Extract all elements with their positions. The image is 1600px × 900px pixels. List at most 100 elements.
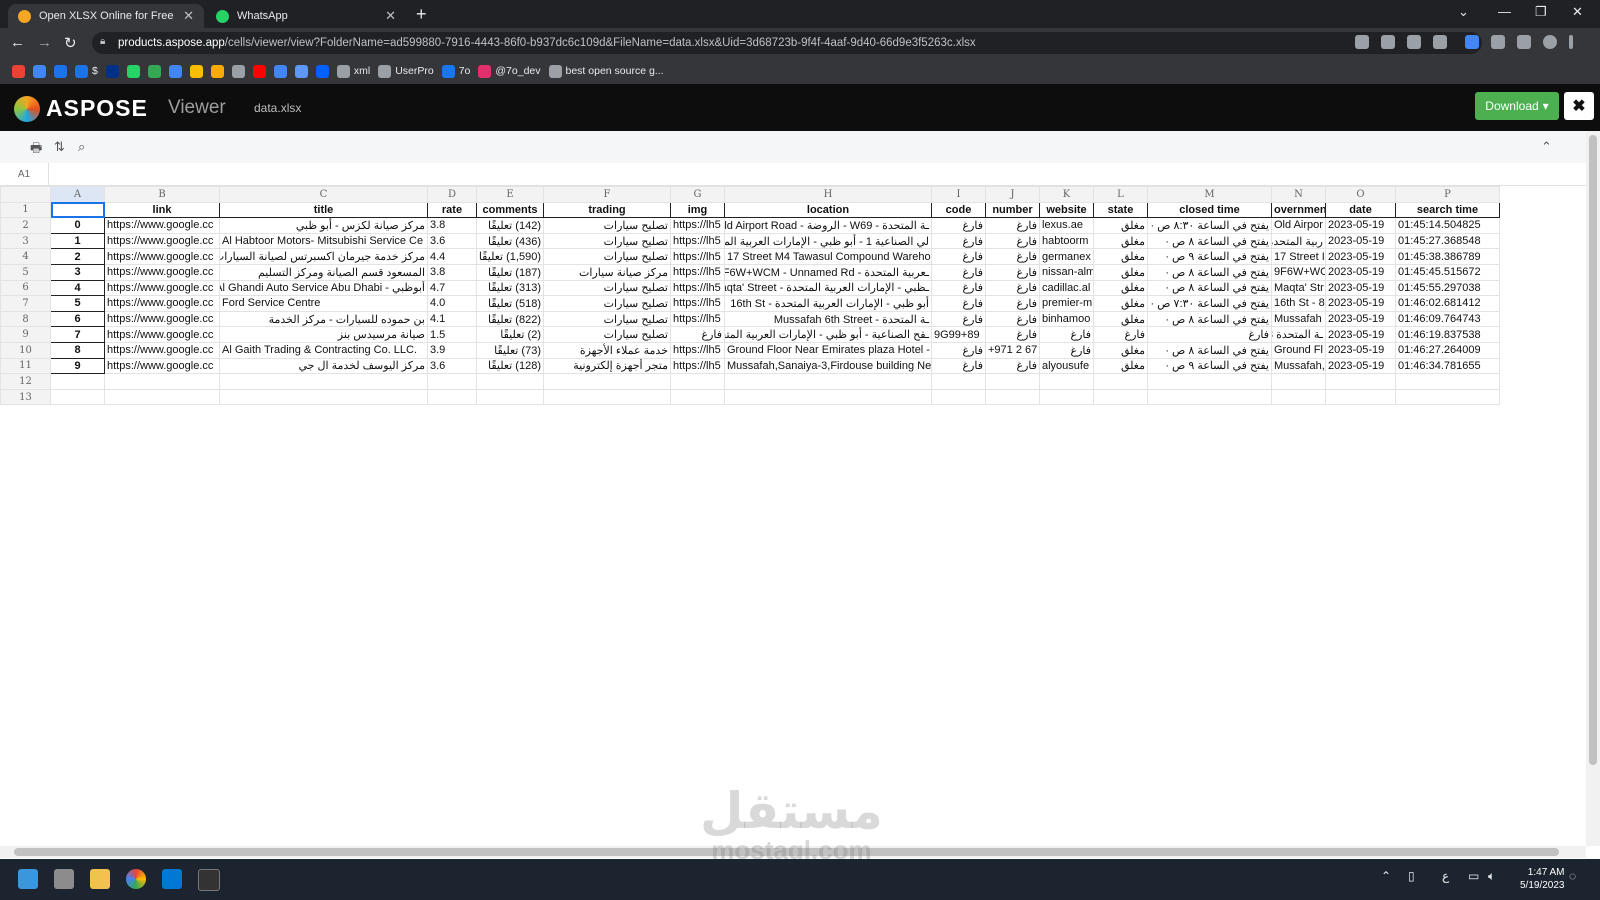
- cell-h7[interactable]: أبو ظبي - الإمارات العربية المتحدة - 16t…: [724, 295, 932, 312]
- cell-j6[interactable]: فارغ: [985, 279, 1040, 297]
- cell-l3[interactable]: مغلق: [1093, 232, 1148, 250]
- terminal-icon[interactable]: [198, 869, 220, 891]
- cell-i3[interactable]: فارغ: [931, 232, 986, 250]
- cell-b5[interactable]: https://www.google.cc: [104, 263, 220, 281]
- battery-icon[interactable]: ▯: [1408, 869, 1415, 883]
- cell-b11[interactable]: https://www.google.cc: [104, 357, 220, 375]
- cell-n5[interactable]: 9F6W+WC: [1271, 263, 1326, 281]
- cell-i4[interactable]: فارغ: [931, 248, 986, 265]
- cell-d12[interactable]: [427, 373, 477, 390]
- cell-k13[interactable]: [1039, 388, 1094, 406]
- cell-f8[interactable]: تصليح سيارات: [543, 310, 671, 328]
- cell-n11[interactable]: Mussafah,: [1271, 357, 1326, 375]
- column-header-c[interactable]: C: [219, 186, 428, 203]
- cell-g6[interactable]: https://lh5: [670, 279, 725, 297]
- column-header-a[interactable]: A: [50, 186, 105, 203]
- row-header[interactable]: 9: [0, 326, 51, 343]
- cell-o9[interactable]: 2023-05-19: [1325, 326, 1396, 343]
- bookmark-item[interactable]: [273, 64, 287, 78]
- cell-g9[interactable]: فارغ: [670, 326, 725, 343]
- cell-j3[interactable]: فارغ: [985, 232, 1040, 250]
- cell-m3[interactable]: يفتح في الساعة ٨ ص ·: [1147, 232, 1272, 250]
- cell-a7[interactable]: 5: [50, 295, 105, 312]
- cell-o7[interactable]: 2023-05-19: [1325, 295, 1396, 312]
- cell-l4[interactable]: مغلق: [1093, 248, 1148, 265]
- cell-g13[interactable]: [670, 388, 725, 406]
- cell-h10[interactable]: Ground Floor Near Emirates plaza Hotel -: [724, 341, 932, 359]
- row-header[interactable]: 7: [0, 295, 51, 312]
- cell-h3[interactable]: لي الصناعية 1 - أبو ظبي - الإمارات العرب…: [724, 232, 932, 250]
- row-header[interactable]: 5: [0, 263, 51, 281]
- bookmark-item[interactable]: best open source g...: [548, 64, 664, 78]
- cell-c12[interactable]: [219, 373, 428, 390]
- reload-icon[interactable]: ↻: [64, 34, 77, 52]
- cell-p8[interactable]: 01:46:09.764743: [1395, 310, 1500, 328]
- cell-h5[interactable]: ـعربية المتحدة - 9F6W+WCM - Unnamed Rd: [724, 263, 932, 281]
- cell-c4[interactable]: مركز خدمة جيرمان اكسبرتس لصيانة السيارات: [219, 248, 428, 265]
- column-header-j[interactable]: J: [985, 186, 1040, 203]
- cell-d3[interactable]: 3.6: [427, 232, 477, 250]
- cell-m9[interactable]: فارغ: [1147, 326, 1272, 343]
- cell-o4[interactable]: 2023-05-19: [1325, 248, 1396, 265]
- cell-a5[interactable]: 3: [50, 263, 105, 281]
- cell-d1[interactable]: rate: [427, 201, 477, 219]
- cell-m4[interactable]: يفتح في الساعة ٩ ص ·: [1147, 248, 1272, 265]
- cell-h11[interactable]: Mussafah,Sanaiya-3,Firdouse building Ne: [724, 357, 932, 375]
- cell-c13[interactable]: [219, 388, 428, 406]
- cell-b10[interactable]: https://www.google.cc: [104, 341, 220, 359]
- back-icon[interactable]: ←: [10, 34, 25, 51]
- cell-d11[interactable]: 3.6: [427, 357, 477, 375]
- bookmark-item[interactable]: [12, 64, 25, 78]
- print-icon[interactable]: 🖶︎: [30, 139, 42, 161]
- cell-a10[interactable]: 8: [50, 341, 105, 359]
- window-close-icon[interactable]: ✕: [1572, 4, 1583, 20]
- cell-i5[interactable]: فارغ: [931, 263, 986, 281]
- share-icon[interactable]: [1407, 35, 1421, 49]
- cell-a13[interactable]: [50, 388, 105, 406]
- cell-p9[interactable]: 01:46:19.837538: [1395, 326, 1500, 343]
- bookmark-item[interactable]: [294, 64, 308, 78]
- bookmark-item[interactable]: [315, 64, 329, 78]
- cell-e7[interactable]: (518) تعليقًا: [476, 295, 544, 312]
- cell-j13[interactable]: [985, 388, 1040, 406]
- row-header[interactable]: 2: [0, 217, 51, 234]
- download-button[interactable]: Download ▾: [1475, 92, 1559, 120]
- cell-b2[interactable]: https://www.google.cc: [104, 217, 220, 234]
- column-header-n[interactable]: N: [1271, 186, 1326, 203]
- cell-d2[interactable]: 3.8: [427, 217, 477, 234]
- translate-icon[interactable]: [1465, 35, 1479, 49]
- row-header[interactable]: 10: [0, 341, 51, 359]
- cell-b13[interactable]: [104, 388, 220, 406]
- cell-n7[interactable]: 16th St - 8: [1271, 295, 1326, 312]
- cell-k1[interactable]: website: [1039, 201, 1094, 219]
- cell-h1[interactable]: location: [724, 201, 932, 219]
- vscode-icon[interactable]: [162, 869, 182, 889]
- cell-e11[interactable]: (128) تعليقًا: [476, 357, 544, 375]
- cell-b1[interactable]: link: [104, 201, 220, 219]
- cell-b4[interactable]: https://www.google.cc: [104, 248, 220, 265]
- task-view-icon[interactable]: [54, 869, 74, 889]
- cell-k9[interactable]: فارغ: [1039, 326, 1094, 343]
- cell-n4[interactable]: 17 Street I: [1271, 248, 1326, 265]
- cell-o6[interactable]: 2023-05-19: [1325, 279, 1396, 297]
- file-explorer-icon[interactable]: [90, 869, 110, 889]
- cell-o11[interactable]: 2023-05-19: [1325, 357, 1396, 375]
- cell-c9[interactable]: صيانة مرسيدس بنز: [219, 326, 428, 343]
- cell-c6[interactable]: أبوظبي - Al Ghandi Auto Service Abu Dhab…: [219, 279, 428, 297]
- cell-d5[interactable]: 3.8: [427, 263, 477, 281]
- cell-l10[interactable]: مغلق: [1093, 341, 1148, 359]
- cell-p1[interactable]: search time: [1395, 201, 1500, 219]
- row-header[interactable]: 1: [0, 201, 51, 219]
- cell-d4[interactable]: 4.4: [427, 248, 477, 265]
- bookmark-item[interactable]: $: [75, 64, 98, 78]
- cell-f10[interactable]: خدمة عملاء الأجهزة: [543, 341, 671, 359]
- cell-l9[interactable]: فارغ: [1093, 326, 1148, 343]
- cell-n3[interactable]: ربية المتحدة: [1271, 232, 1326, 250]
- bookmark-item[interactable]: [147, 64, 161, 78]
- cell-o5[interactable]: 2023-05-19: [1325, 263, 1396, 281]
- cell-p5[interactable]: 01:45:45.515672: [1395, 263, 1500, 281]
- cell-p11[interactable]: 01:46:34.781655: [1395, 357, 1500, 375]
- cell-l7[interactable]: مغلق: [1093, 295, 1148, 312]
- cell-g12[interactable]: [670, 373, 725, 390]
- clock[interactable]: 1:47 AM 5/19/2023: [1520, 866, 1565, 892]
